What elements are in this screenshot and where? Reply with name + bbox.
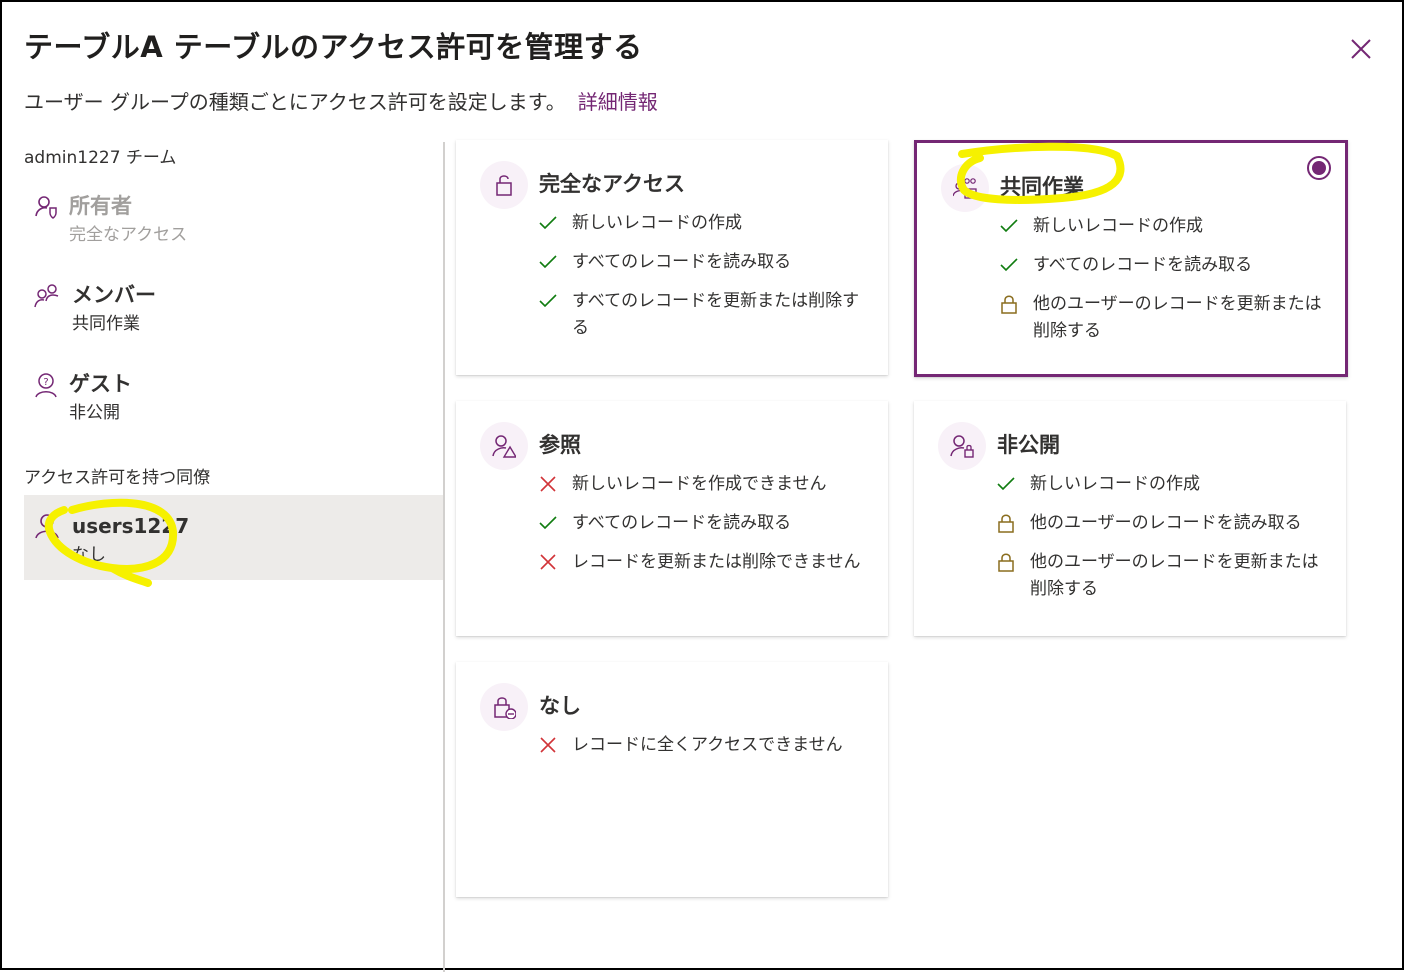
capability-text: 新しいレコードの作成	[1030, 474, 1200, 494]
capability-text: レコードを更新または削除できません	[572, 552, 861, 572]
role-members[interactable]: メンバー 共同作業	[24, 279, 443, 339]
capability-item: 他のユーザーのレコードを更新または削除する	[996, 549, 1326, 603]
card-title: 共同作業	[1000, 175, 1084, 199]
capability-item: レコードを更新または削除できません	[538, 549, 868, 576]
owner-icon	[35, 196, 57, 219]
capability-text: すべてのレコードを読み取る	[572, 513, 792, 533]
card-icon-circle	[480, 683, 528, 731]
collaborate-icon	[953, 178, 977, 199]
permission-card[interactable]: 参照新しいレコードを作成できません すべてのレコードを読み取るレコードを更新または…	[456, 401, 888, 636]
card-title: 完全なアクセス	[539, 172, 685, 196]
card-capabilities: 新しいレコードの作成すべてのレコードを読み取る他のユーザーのレコードを更新または…	[999, 213, 1329, 357]
capability-text: すべてのレコードを読み取る	[572, 252, 792, 272]
peers-label: アクセス許可を持つ同僚	[24, 468, 211, 488]
svg-text:?: ?	[43, 377, 48, 388]
permissions-dialog: テーブルA テーブルのアクセス許可を管理する ユーザー グループの種類ごとにアク…	[0, 0, 1404, 972]
role-name: 所有者	[69, 194, 132, 218]
peer-item-users1227[interactable]: users1227 なし	[24, 495, 443, 580]
permission-card[interactable]: 非公開新しいレコードの作成他のユーザーのレコードを読み取る他のユーザーのレコード…	[914, 401, 1346, 636]
card-icon-circle	[938, 422, 986, 470]
unlock-icon	[496, 175, 512, 196]
card-capabilities: 新しいレコードを作成できません すべてのレコードを読み取るレコードを更新または削除…	[538, 471, 868, 588]
capability-text: 他のユーザーのレコードを更新または削除する	[1030, 552, 1319, 599]
role-access: 完全なアクセス	[69, 225, 188, 245]
dialog-subtitle: ユーザー グループの種類ごとにアクセス許可を設定します。 詳細情報	[24, 86, 658, 115]
permission-card[interactable]: 共同作業新しいレコードの作成すべてのレコードを読み取る他のユーザーのレコードを更…	[914, 140, 1348, 377]
peer-name: users1227	[72, 514, 190, 538]
role-access: 共同作業	[72, 314, 140, 334]
capability-text: 新しいレコードの作成	[1033, 216, 1203, 236]
user-icon	[35, 514, 59, 539]
subtitle-text: ユーザー グループの種類ごとにアクセス許可を設定します。	[24, 90, 566, 114]
card-icon-circle	[480, 422, 528, 470]
team-label: admin1227 チーム	[24, 148, 177, 168]
dialog-title: テーブルA テーブルのアクセス許可を管理する	[24, 30, 643, 64]
role-name: メンバー	[72, 283, 156, 307]
capability-item: 新しいレコードの作成	[538, 210, 868, 237]
card-capabilities: 新しいレコードの作成すべてのレコードを読み取るすべてのレコードを更新または削除す…	[538, 210, 868, 354]
role-guest[interactable]: ? ゲスト 非公開	[24, 368, 443, 428]
capability-text: 他のユーザーのレコードを更新または削除する	[1033, 294, 1322, 341]
capability-item: すべてのレコードを更新または削除する	[538, 288, 868, 342]
card-icon-circle	[941, 164, 989, 212]
card-icon-circle	[480, 161, 528, 209]
capability-item: 他のユーザーのレコードを読み取る	[996, 510, 1326, 537]
card-capabilities: 新しいレコードの作成他のユーザーのレコードを読み取る他のユーザーのレコードを更新…	[996, 471, 1326, 615]
permission-card[interactable]: 完全なアクセス新しいレコードの作成すべてのレコードを読み取るすべてのレコードを更…	[456, 140, 888, 375]
members-icon	[34, 284, 59, 308]
guest-icon: ?	[35, 373, 57, 398]
role-access: 非公開	[69, 403, 120, 423]
capability-text: 新しいレコードの作成	[572, 213, 742, 233]
permission-card[interactable]: なしレコードに全くアクセスできません	[456, 662, 888, 897]
radio-selected-icon[interactable]	[1306, 155, 1332, 181]
role-name: ゲスト	[69, 372, 132, 396]
panel-divider	[443, 142, 445, 972]
capability-text: 新しいレコードを作成できません	[572, 474, 827, 494]
role-owner[interactable]: 所有者 完全なアクセス	[24, 190, 443, 250]
capability-item: レコードに全くアクセスできません	[538, 732, 868, 759]
card-title: 参照	[539, 433, 581, 457]
capability-text: すべてのレコードを更新または削除する	[572, 291, 860, 338]
learn-more-link[interactable]: 詳細情報	[578, 90, 658, 114]
card-title: 非公開	[997, 433, 1060, 457]
card-capabilities: レコードに全くアクセスできません	[538, 732, 868, 771]
peer-access: なし	[72, 545, 106, 565]
capability-item: すべてのレコードを読み取る	[999, 252, 1329, 279]
capability-item: 新しいレコードの作成	[996, 471, 1326, 498]
close-icon[interactable]	[1348, 36, 1374, 62]
capability-text: すべてのレコードを読み取る	[1033, 255, 1253, 275]
reference-icon	[492, 435, 516, 458]
no-access-icon	[494, 697, 516, 719]
capability-text: レコードに全くアクセスできません	[572, 735, 843, 755]
capability-item: 他のユーザーのレコードを更新または削除する	[999, 291, 1329, 345]
capability-item: 新しいレコードの作成	[999, 213, 1329, 240]
capability-item: すべてのレコードを読み取る	[538, 249, 868, 276]
capability-item: 新しいレコードを作成できません	[538, 471, 868, 498]
card-title: なし	[539, 694, 581, 718]
private-icon	[950, 435, 974, 458]
capability-item: すべてのレコードを読み取る	[538, 510, 868, 537]
capability-text: 他のユーザーのレコードを読み取る	[1030, 513, 1302, 533]
